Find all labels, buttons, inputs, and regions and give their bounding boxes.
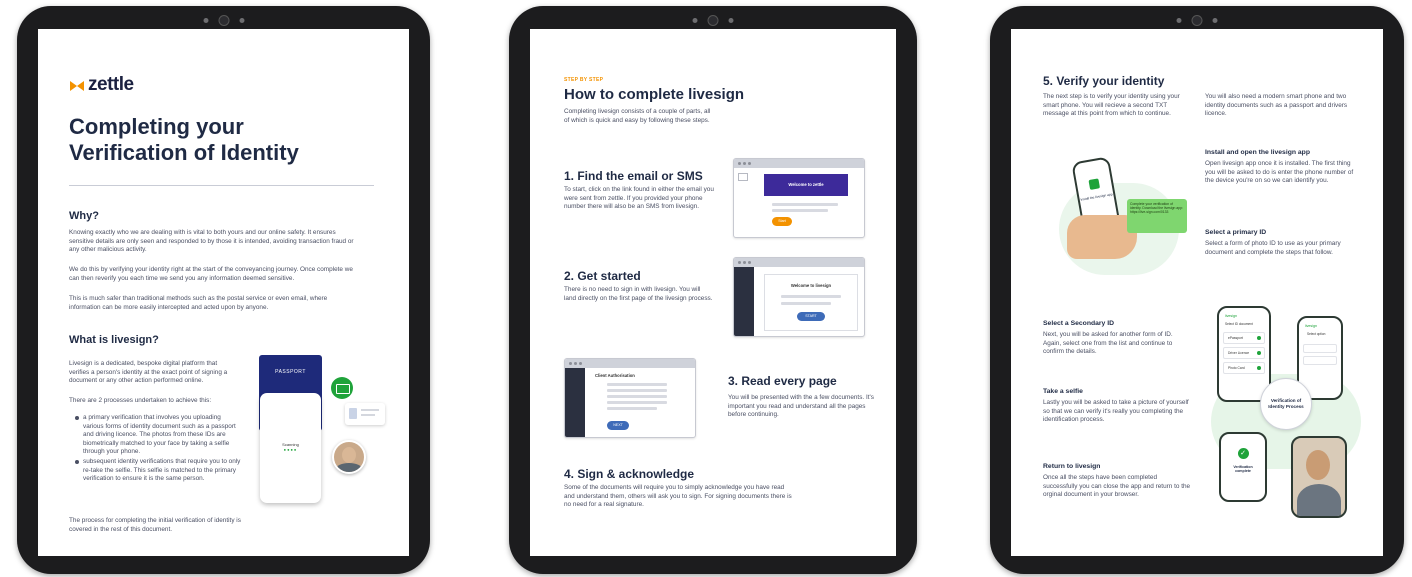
what-heading: What is livesign? <box>69 334 159 346</box>
selfie-heading: Take a selfie <box>1043 388 1083 395</box>
mock-banner: Welcome to zettle <box>764 174 848 196</box>
step-1-title: 1. Find the email or SMS <box>564 169 703 183</box>
page-1-screen: zettle Completing your Verification of I… <box>38 29 409 556</box>
secondary-text: Next, you will be asked for another form… <box>1043 331 1173 356</box>
step-4-title: 4. Sign & acknowledge <box>564 467 695 481</box>
intro: Completing livesign consists of a couple… <box>564 108 711 124</box>
primary-heading: Select a primary ID <box>1205 229 1267 236</box>
page-title: Completing your Verification of Identity <box>69 114 299 165</box>
what-paragraph-1: Livesign is a dedicated, bespoke digital… <box>69 360 228 385</box>
selfie-avatar <box>332 440 366 474</box>
what-paragraph-3: The process for completing the initial v… <box>69 517 241 533</box>
tablet-page-3: 5. Verify your identity The next step is… <box>990 6 1404 574</box>
step-2-text: There is no need to sign in with livesig… <box>564 286 713 302</box>
camera <box>1176 15 1218 26</box>
what-paragraph-2: There are 2 processes undertaken to achi… <box>69 397 212 404</box>
tablet-page-2: STEP BY STEP How to complete livesign Co… <box>509 6 917 574</box>
email-mockup: Welcome to zettle Start <box>733 158 865 238</box>
selfie-phone <box>1291 436 1347 518</box>
kicker: STEP BY STEP <box>564 77 604 83</box>
money-icon <box>331 377 353 399</box>
why-paragraph-3: This is much safer than traditional meth… <box>69 295 328 311</box>
check-icon: ✓ <box>1237 448 1249 459</box>
step-1-text: To start, click on the link found in eit… <box>564 186 714 211</box>
envelope-icon <box>738 173 748 181</box>
camera <box>203 15 244 26</box>
primary-text: Select a form of photo ID to use as your… <box>1205 240 1341 256</box>
passport-illustration: PASSPORT Scanning ●●●● <box>259 355 389 510</box>
app-id-list-phone: livesign Select ID document ePassport Dr… <box>1217 306 1271 402</box>
why-paragraph-1: Knowing exactly who we are dealing with … <box>69 229 354 254</box>
why-paragraph-2: We do this by verifying your identity ri… <box>69 266 353 282</box>
why-heading: Why? <box>69 210 99 222</box>
process-circle: Verification of Identity Process <box>1260 378 1312 430</box>
id-card-icon <box>345 403 385 425</box>
step-3-title: 3. Read every page <box>728 374 837 388</box>
phone-hand-illustration: Install the livesign app Complete your v… <box>1057 151 1187 291</box>
tablet-page-1: zettle Completing your Verification of I… <box>17 6 430 574</box>
zettle-logo-text: zettle <box>88 74 134 95</box>
selfie-text: Lastly you will be asked to take a pictu… <box>1043 399 1189 424</box>
page-2-screen: STEP BY STEP How to complete livesign Co… <box>530 29 896 556</box>
zettle-logo-icon <box>70 81 84 91</box>
mock-start-button: Start <box>772 217 792 226</box>
process-list: a primary verification that involves you… <box>69 414 241 484</box>
step-2-title: 2. Get started <box>564 269 641 283</box>
app-complete-phone: ✓ Verification complete <box>1219 432 1267 502</box>
page-3-screen: 5. Verify your identity The next step is… <box>1011 29 1383 556</box>
secondary-heading: Select a Secondary ID <box>1043 320 1115 327</box>
intro-right: You will also need a modern smart phone … <box>1205 93 1348 118</box>
list-item: subsequent identity verifications that r… <box>69 458 241 484</box>
step-3-text: You will be presented with the a few doc… <box>728 394 874 419</box>
livesign-mockup: Welcome to livesign START <box>733 257 865 337</box>
sms-bubble: Complete your verification of identity. … <box>1127 199 1187 233</box>
camera <box>692 15 734 26</box>
list-item: a primary verification that involves you… <box>69 414 241 457</box>
verification-process-illustration: livesign Select ID document ePassport Dr… <box>1211 302 1361 518</box>
intro-left: The next step is to verify your identity… <box>1043 93 1180 118</box>
return-heading: Return to livesign <box>1043 463 1101 470</box>
divider <box>69 185 374 186</box>
return-text: Once all the steps have been completed s… <box>1043 474 1191 499</box>
phone-scanning: Scanning ●●●● <box>260 393 321 503</box>
step-4-text: Some of the documents will require you t… <box>564 484 792 509</box>
install-text: Open livesign app once it is installed. … <box>1205 160 1354 185</box>
page-title: 5. Verify your identity <box>1043 74 1165 88</box>
install-heading: Install and open the livesign app <box>1205 149 1310 156</box>
document-mockup: Client Authorisation NEXT <box>564 358 696 438</box>
page-title: How to complete livesign <box>564 86 745 103</box>
